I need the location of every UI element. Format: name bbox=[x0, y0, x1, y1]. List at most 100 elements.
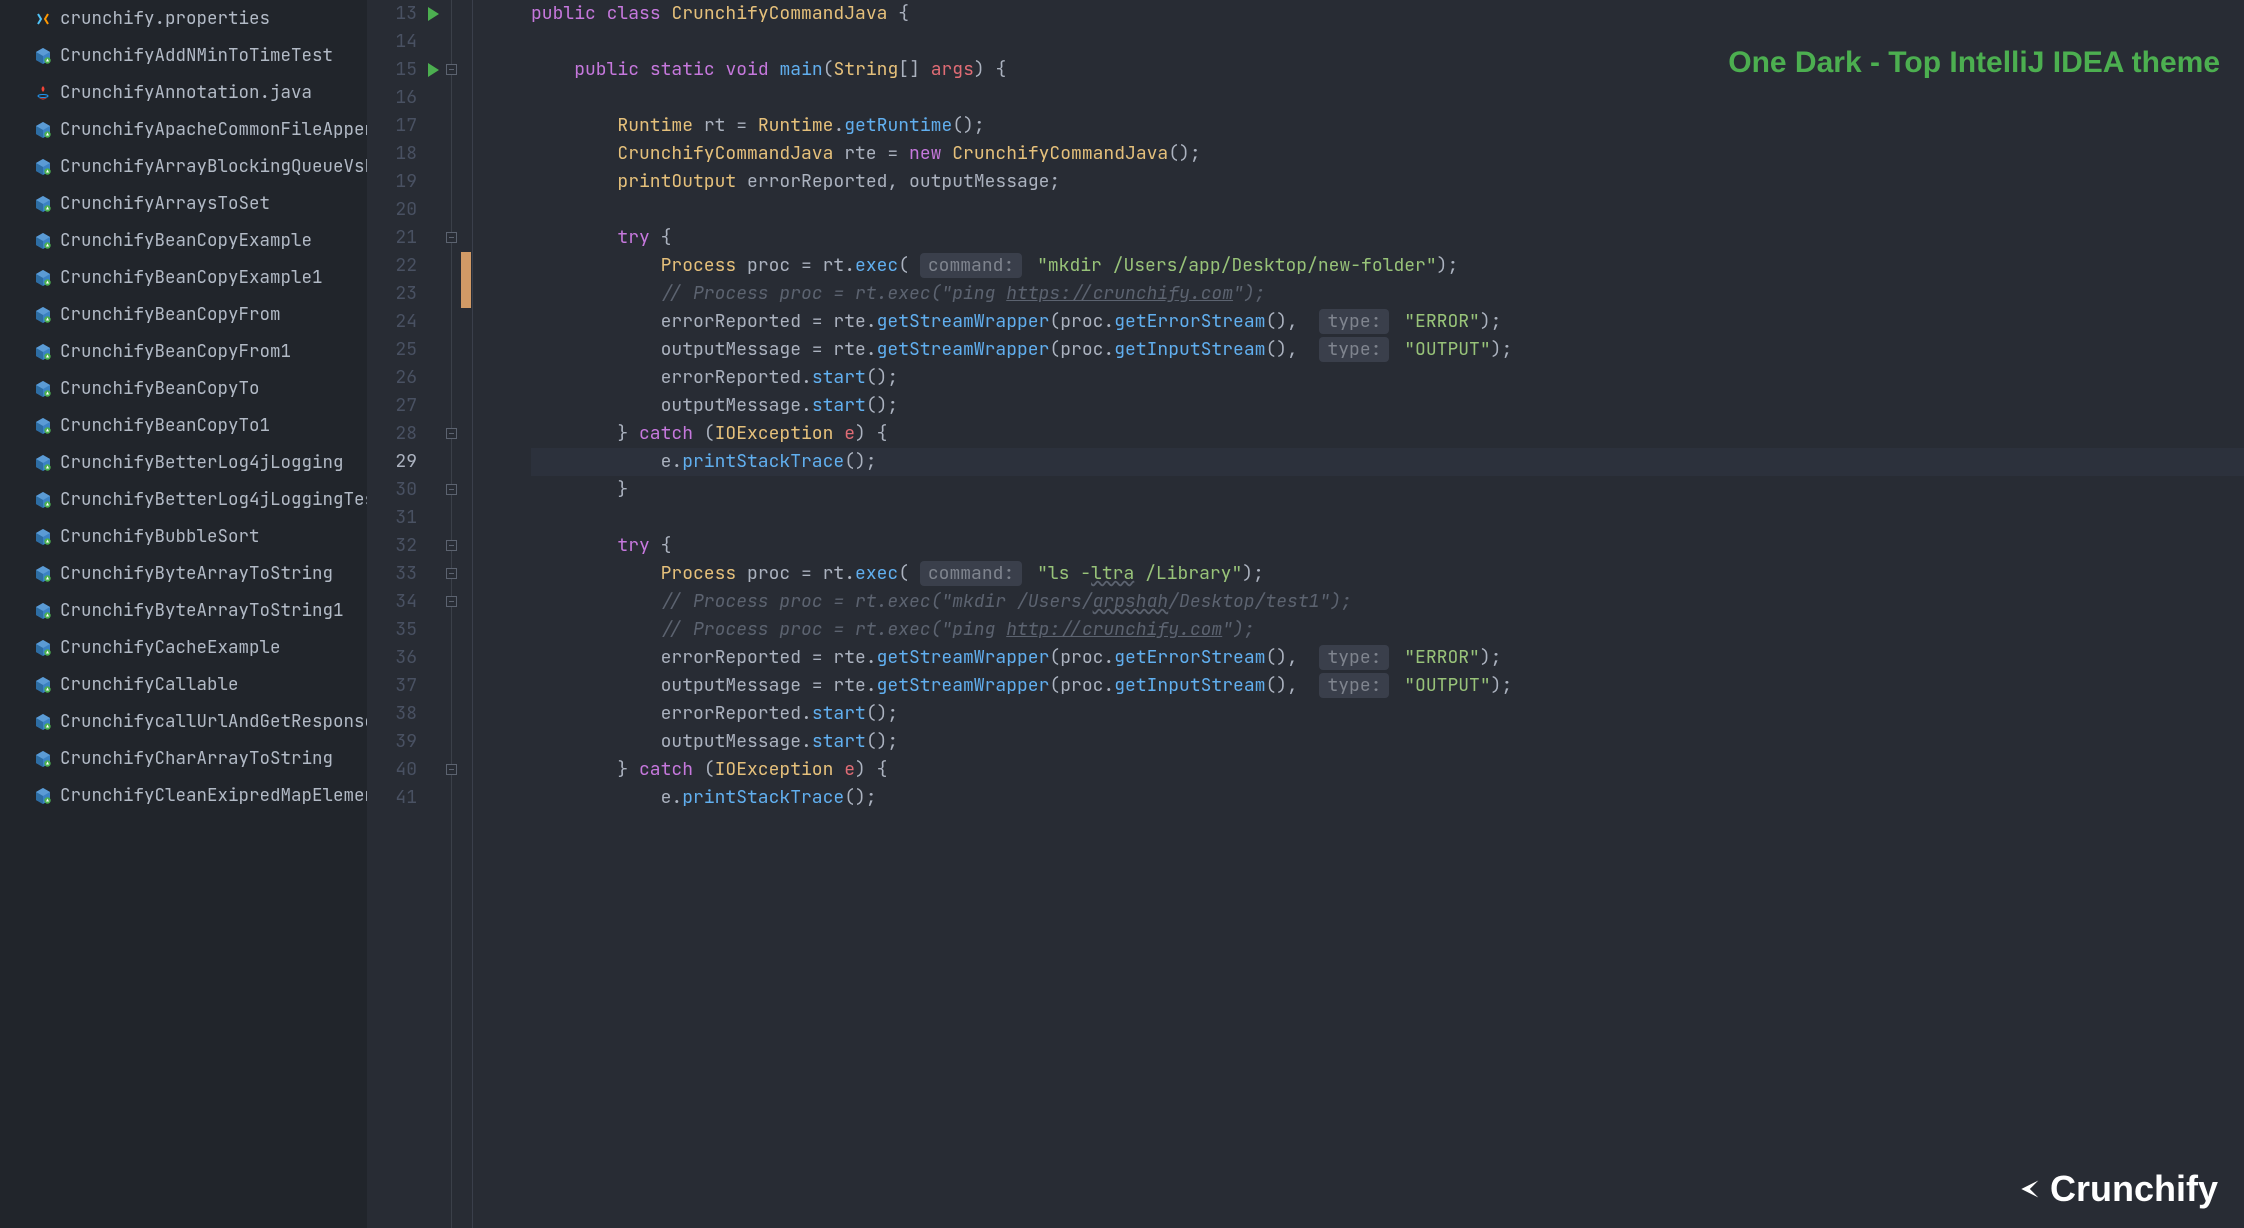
code-line[interactable] bbox=[531, 196, 2244, 224]
code-line[interactable] bbox=[531, 84, 2244, 112]
fold-column[interactable] bbox=[445, 0, 461, 1228]
run-gutter-icon[interactable] bbox=[428, 63, 439, 77]
line-number[interactable]: 26 bbox=[367, 364, 417, 392]
tree-item[interactable]: CrunchifyBeanCopyFrom bbox=[0, 296, 367, 333]
code-line[interactable]: errorReported.start(); bbox=[531, 364, 2244, 392]
code-line[interactable]: try { bbox=[531, 224, 2244, 252]
code-line[interactable]: } bbox=[531, 476, 2244, 504]
tree-item[interactable]: CrunchifyBetterLog4jLogging bbox=[0, 444, 367, 481]
class-icon bbox=[34, 121, 52, 139]
line-number[interactable]: 17 bbox=[367, 112, 417, 140]
tree-item[interactable]: CrunchifyBetterLog4jLoggingTest bbox=[0, 481, 367, 518]
line-number[interactable]: 34 bbox=[367, 588, 417, 616]
tree-item[interactable]: CrunchifyBeanCopyExample1 bbox=[0, 259, 367, 296]
tree-item[interactable]: CrunchifyAnnotation.java bbox=[0, 74, 367, 111]
tree-item[interactable]: CrunchifyCacheExample bbox=[0, 629, 367, 666]
line-number[interactable]: 16 bbox=[367, 84, 417, 112]
code-line[interactable]: outputMessage = rte.getStreamWrapper(pro… bbox=[531, 672, 2244, 700]
code-line[interactable]: errorReported = rte.getStreamWrapper(pro… bbox=[531, 644, 2244, 672]
tree-item[interactable]: CrunchifyBubbleSort bbox=[0, 518, 367, 555]
code-line[interactable]: errorReported.start(); bbox=[531, 700, 2244, 728]
line-number[interactable]: 39 bbox=[367, 728, 417, 756]
tree-item[interactable]: CrunchifyByteArrayToString bbox=[0, 555, 367, 592]
code-line[interactable]: e.printStackTrace(); bbox=[531, 784, 2244, 812]
line-number[interactable]: 33 bbox=[367, 560, 417, 588]
fold-marker[interactable] bbox=[446, 484, 457, 495]
fold-marker[interactable] bbox=[446, 428, 457, 439]
line-number[interactable]: 40 bbox=[367, 756, 417, 784]
tree-item[interactable]: CrunchifyBeanCopyTo bbox=[0, 370, 367, 407]
run-gutter-icon[interactable] bbox=[428, 7, 439, 21]
fold-marker[interactable] bbox=[446, 568, 457, 579]
line-number[interactable]: 41 bbox=[367, 784, 417, 812]
project-sidebar[interactable]: crunchify.propertiesCrunchifyAddNMinToTi… bbox=[0, 0, 367, 1228]
line-number[interactable]: 22 bbox=[367, 252, 417, 280]
fold-marker[interactable] bbox=[446, 232, 457, 243]
line-number[interactable]: 13 bbox=[367, 0, 417, 28]
code-line[interactable]: outputMessage.start(); bbox=[531, 392, 2244, 420]
line-number[interactable]: 27 bbox=[367, 392, 417, 420]
inline-hint: type: bbox=[1319, 645, 1389, 670]
line-number[interactable]: 35 bbox=[367, 616, 417, 644]
line-number[interactable]: 18 bbox=[367, 140, 417, 168]
code-line[interactable]: Runtime rt = Runtime.getRuntime(); bbox=[531, 112, 2244, 140]
code-line[interactable]: CrunchifyCommandJava rte = new Crunchify… bbox=[531, 140, 2244, 168]
code-area[interactable]: public class CrunchifyCommandJava { publ… bbox=[527, 0, 2244, 1228]
code-line[interactable]: outputMessage.start(); bbox=[531, 728, 2244, 756]
tree-item-label: CrunchifyBetterLog4jLogging bbox=[60, 451, 344, 474]
line-number[interactable]: 32 bbox=[367, 532, 417, 560]
code-line[interactable]: } catch (IOException e) { bbox=[531, 420, 2244, 448]
tree-item[interactable]: CrunchifyBeanCopyExample bbox=[0, 222, 367, 259]
code-line[interactable]: Process proc = rt.exec( command: "ls -lt… bbox=[531, 560, 2244, 588]
code-line[interactable]: outputMessage = rte.getStreamWrapper(pro… bbox=[531, 336, 2244, 364]
line-number[interactable]: 14 bbox=[367, 28, 417, 56]
line-number[interactable]: 15 bbox=[367, 56, 417, 84]
code-line[interactable]: // Process proc = rt.exec("ping http://c… bbox=[531, 616, 2244, 644]
line-number[interactable]: 23 bbox=[367, 280, 417, 308]
line-number[interactable]: 28 bbox=[367, 420, 417, 448]
code-line[interactable]: // Process proc = rt.exec("ping https://… bbox=[531, 280, 2244, 308]
fold-marker[interactable] bbox=[446, 596, 457, 607]
code-line[interactable]: errorReported = rte.getStreamWrapper(pro… bbox=[531, 308, 2244, 336]
code-line[interactable]: // Process proc = rt.exec("mkdir /Users/… bbox=[531, 588, 2244, 616]
tree-item[interactable]: CrunchifyApacheCommonFileAppend bbox=[0, 111, 367, 148]
line-number[interactable]: 25 bbox=[367, 336, 417, 364]
fold-marker[interactable] bbox=[446, 64, 457, 75]
line-number[interactable]: 30 bbox=[367, 476, 417, 504]
line-number[interactable]: 29 bbox=[367, 448, 417, 476]
tree-item[interactable]: CrunchifycallUrlAndGetResponse bbox=[0, 703, 367, 740]
line-number[interactable]: 37 bbox=[367, 672, 417, 700]
tree-item[interactable]: CrunchifyBeanCopyTo1 bbox=[0, 407, 367, 444]
tree-item[interactable]: CrunchifyArraysToSet bbox=[0, 185, 367, 222]
tree-item[interactable]: CrunchifyArrayBlockingQueueVsEvict bbox=[0, 148, 367, 185]
line-number-gutter[interactable]: 1314151617181920212223242526272829303132… bbox=[367, 0, 435, 1228]
fold-marker[interactable] bbox=[446, 540, 457, 551]
inline-hint: command: bbox=[920, 561, 1022, 586]
editor-area[interactable]: 1314151617181920212223242526272829303132… bbox=[367, 0, 2244, 1228]
line-number[interactable]: 31 bbox=[367, 504, 417, 532]
java-icon bbox=[34, 84, 52, 102]
code-line[interactable]: Process proc = rt.exec( command: "mkdir … bbox=[531, 252, 2244, 280]
inline-hint: type: bbox=[1319, 309, 1389, 334]
tree-item[interactable]: CrunchifyCleanExipredMapElements bbox=[0, 777, 367, 814]
tree-item[interactable]: CrunchifyBeanCopyFrom1 bbox=[0, 333, 367, 370]
code-line[interactable]: printOutput errorReported, outputMessage… bbox=[531, 168, 2244, 196]
line-number[interactable]: 21 bbox=[367, 224, 417, 252]
tree-item[interactable]: CrunchifyCallable bbox=[0, 666, 367, 703]
code-line[interactable]: e.printStackTrace(); bbox=[531, 448, 2244, 476]
tree-item[interactable]: CrunchifyAddNMinToTimeTest bbox=[0, 37, 367, 74]
code-line[interactable] bbox=[531, 504, 2244, 532]
line-number[interactable]: 19 bbox=[367, 168, 417, 196]
fold-marker[interactable] bbox=[446, 764, 457, 775]
class-icon bbox=[34, 232, 52, 250]
tree-item[interactable]: CrunchifyByteArrayToString1 bbox=[0, 592, 367, 629]
line-number[interactable]: 20 bbox=[367, 196, 417, 224]
tree-item[interactable]: crunchify.properties bbox=[0, 0, 367, 37]
line-number[interactable]: 36 bbox=[367, 644, 417, 672]
code-line[interactable]: } catch (IOException e) { bbox=[531, 756, 2244, 784]
code-line[interactable]: try { bbox=[531, 532, 2244, 560]
code-line[interactable]: public class CrunchifyCommandJava { bbox=[531, 0, 2244, 28]
line-number[interactable]: 24 bbox=[367, 308, 417, 336]
tree-item[interactable]: CrunchifyCharArrayToString bbox=[0, 740, 367, 777]
line-number[interactable]: 38 bbox=[367, 700, 417, 728]
